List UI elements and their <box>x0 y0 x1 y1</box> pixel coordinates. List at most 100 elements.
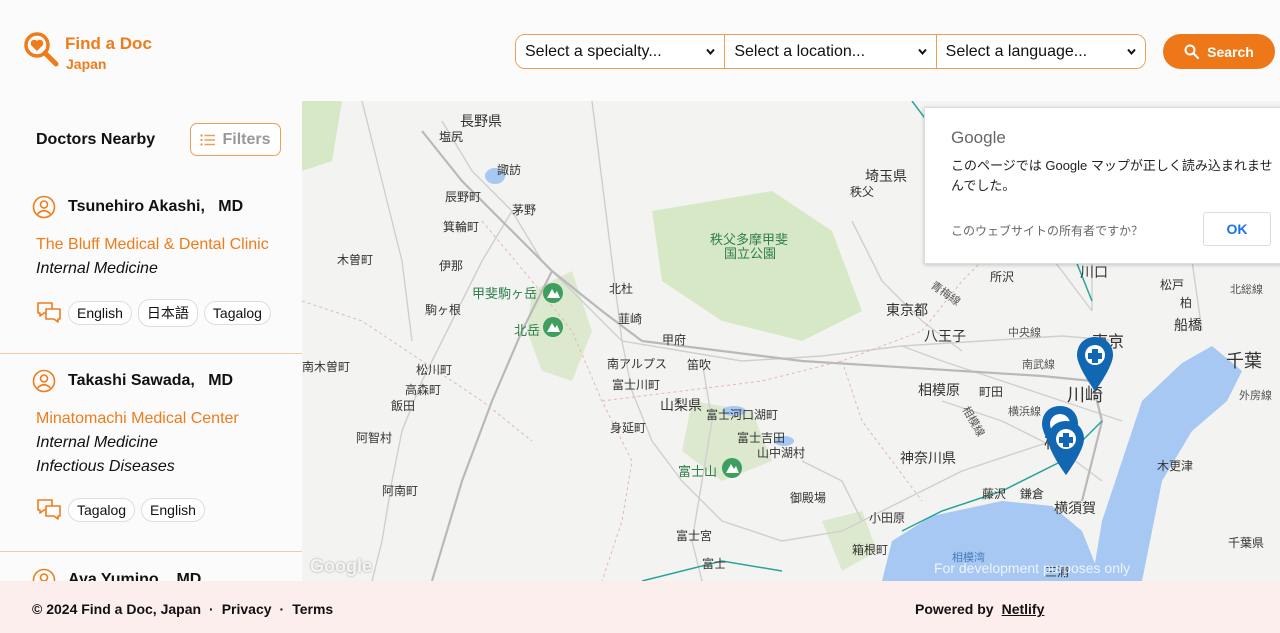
separator-dot: · <box>209 601 214 617</box>
map-label: 北総線 <box>1230 282 1263 296</box>
language-select-value: Select a language... <box>945 42 1088 60</box>
doctor-list-panel: Doctors Nearby Filters Tsunehiro Akashi,… <box>0 101 302 581</box>
map-label: 高森町 <box>405 382 441 397</box>
language-tag: English <box>68 301 132 325</box>
map-label: 富士吉田 <box>737 430 785 445</box>
specialty-select-value: Select a specialty... <box>525 42 662 60</box>
language-select[interactable]: Select a language... <box>936 35 1145 68</box>
magnifier-heart-icon <box>24 32 59 67</box>
map-label: 横浜線 <box>1008 404 1041 418</box>
language-tag: Tagalog <box>68 498 136 522</box>
map-label: 南武線 <box>1022 357 1055 371</box>
map-label: 富士川町 <box>612 377 660 392</box>
footer: © 2024 Find a Doc, Japan · Privacy · Ter… <box>0 581 1280 633</box>
mountain-icon[interactable] <box>722 458 742 478</box>
map-label: 駒ヶ根 <box>425 303 461 317</box>
map-label: 鎌倉 <box>1020 486 1044 501</box>
map-label: 木曽町 <box>337 252 373 267</box>
search-icon <box>1184 44 1200 59</box>
google-logo: Google <box>951 128 1006 147</box>
doctor-specialty: Internal Medicine <box>36 260 158 277</box>
map-label: 秩父 <box>850 185 874 199</box>
map-label: 木更津 <box>1157 459 1193 473</box>
map-label: 諏訪 <box>497 162 521 177</box>
person-icon <box>32 369 56 393</box>
map-label: 阿南町 <box>382 483 418 498</box>
map-label: 川口 <box>1080 265 1108 281</box>
search-button[interactable]: Search <box>1163 34 1275 69</box>
clinic-name[interactable]: Minatomachi Medical Center <box>36 410 239 428</box>
brand-subtitle: Japan <box>66 56 107 72</box>
clinic-name[interactable]: The Bluff Medical & Dental Clinic <box>36 236 269 254</box>
doctor-specialty: Infectious Diseases <box>36 458 175 475</box>
map-label: 外房線 <box>1239 388 1272 402</box>
map-label: 甲斐駒ヶ岳 <box>472 287 537 302</box>
privacy-link[interactable]: Privacy <box>222 601 272 617</box>
terms-link[interactable]: Terms <box>292 601 333 617</box>
map-label: 箱根町 <box>852 542 888 557</box>
map-label: 御殿場 <box>790 490 826 505</box>
location-select[interactable]: Select a location... <box>725 35 937 68</box>
doctor-card[interactable]: Tsunehiro Akashi, MD The Bluff Medical &… <box>0 179 302 354</box>
doctor-card[interactable]: Aya Yumino, MD <box>0 552 302 581</box>
map-label: 辰野町 <box>445 190 481 204</box>
map-label: 富士山 <box>678 464 717 480</box>
map-label: 国立公園 <box>724 247 776 262</box>
doctor-name: Takashi Sawada, MD <box>68 372 234 389</box>
map-label: 八王子 <box>924 329 966 345</box>
doctor-list-title: Doctors Nearby <box>36 131 156 148</box>
chevron-down-icon <box>917 48 927 56</box>
map-label: 中央線 <box>1008 325 1041 339</box>
map-label: 伊那 <box>439 259 463 273</box>
map-label: 北岳 <box>514 324 540 339</box>
map-label: 山中湖村 <box>757 445 805 460</box>
map-label: 小田原 <box>869 511 905 525</box>
map-label: 飯田 <box>391 398 415 413</box>
ok-button[interactable]: OK <box>1203 212 1271 246</box>
doctor-name: Aya Yumino, MD <box>68 571 202 581</box>
map-label: 船橋 <box>1174 318 1202 334</box>
map-label: 北杜 <box>609 281 633 296</box>
owner-question-link[interactable]: このウェブサイトの所有者ですか？ <box>951 222 1143 239</box>
chat-icon <box>37 499 61 520</box>
filters-button[interactable]: Filters <box>190 123 281 156</box>
search-button-label: Search <box>1207 43 1254 60</box>
map-label: 阿智村 <box>356 430 392 445</box>
location-select-value: Select a location... <box>734 42 866 60</box>
map-label: 山梨県 <box>660 398 702 414</box>
clinic-map-pin[interactable] <box>1048 421 1084 475</box>
netlify-link[interactable]: Netlify <box>1002 601 1045 617</box>
header: Find a Doc Japan Select a specialty... S… <box>0 0 1280 101</box>
doctor-list-header: Doctors Nearby Filters <box>0 101 302 179</box>
brand-title: Find a Doc <box>65 34 152 53</box>
map-label: 韮崎 <box>618 312 642 326</box>
map-label: 富士 <box>702 556 726 571</box>
map-label: 藤沢 <box>982 487 1006 501</box>
map-label: 神奈川県 <box>900 451 956 467</box>
copyright: © 2024 Find a Doc, Japan <box>32 601 202 617</box>
person-icon <box>32 195 56 219</box>
map-label: 千葉 <box>1226 351 1262 372</box>
map-label: 茅野 <box>512 203 536 217</box>
mountain-icon[interactable] <box>543 317 563 337</box>
logo[interactable]: Find a Doc Japan <box>22 30 152 71</box>
specialty-select[interactable]: Select a specialty... <box>516 35 726 68</box>
map-label: 笛吹 <box>687 357 711 372</box>
map-label: 南アルプス <box>607 356 667 371</box>
doctor-name: Tsunehiro Akashi, MD <box>68 198 244 215</box>
map[interactable]: 長野県 塩尻 諏訪 辰野町 茅野 箕輪町 木曽町 伊那 駒ヶ根 南木曽町 松川町… <box>302 101 1280 581</box>
map-label: 甲府 <box>662 332 686 347</box>
map-label: 松川町 <box>416 363 452 377</box>
map-label: 千葉県 <box>1228 536 1264 550</box>
doctor-specialty: Internal Medicine <box>36 434 158 451</box>
mountain-icon[interactable] <box>543 283 563 303</box>
map-label: 箕輪町 <box>443 219 479 234</box>
list-icon <box>200 133 216 146</box>
map-label: 長野県 <box>460 114 502 130</box>
clinic-map-pin[interactable] <box>1077 337 1113 391</box>
map-label: 塩尻 <box>439 129 463 144</box>
doctor-card[interactable]: Takashi Sawada, MD Minatomachi Medical C… <box>0 354 302 552</box>
map-label: 横須賀 <box>1054 501 1096 517</box>
map-label: 所沢 <box>990 270 1014 284</box>
map-label: 東京都 <box>886 303 928 319</box>
